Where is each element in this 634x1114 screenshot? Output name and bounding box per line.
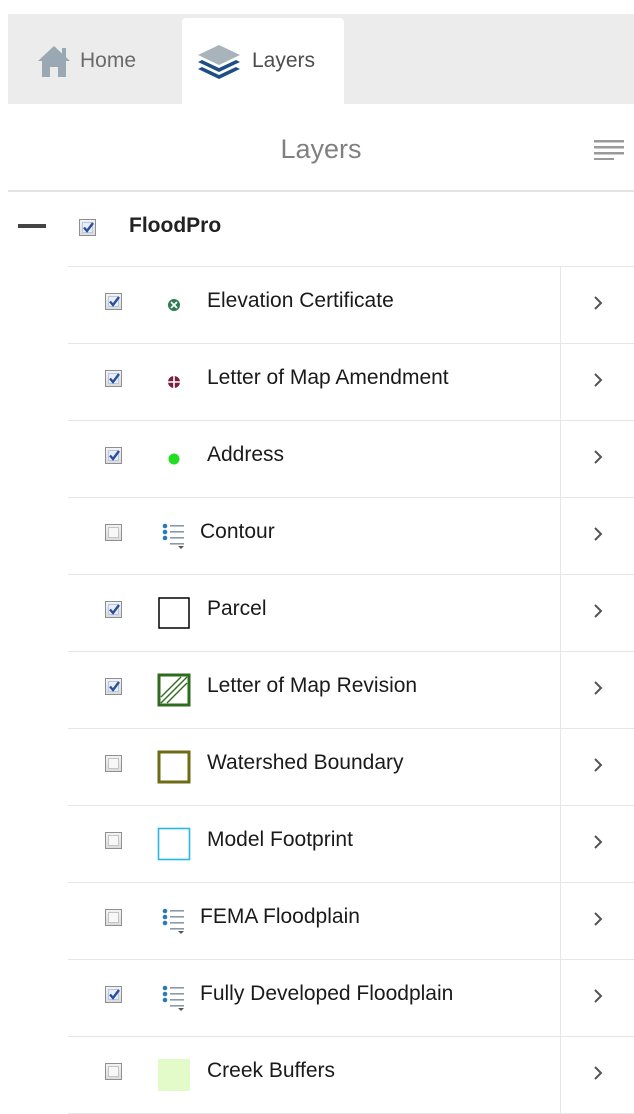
layer-expand-button[interactable] — [560, 421, 634, 497]
outline-square-icon — [154, 826, 194, 862]
layer-label: Model Footprint — [207, 828, 353, 851]
layer-expand-button[interactable] — [560, 960, 634, 1036]
layer-label: FEMA Floodplain — [200, 905, 360, 928]
chevron-right-icon — [593, 834, 603, 855]
tab-home-label: Home — [80, 49, 137, 72]
layer-checkbox[interactable] — [105, 986, 122, 1003]
layer-checkbox[interactable] — [105, 293, 122, 310]
x-circle-icon — [154, 287, 194, 323]
layer-row-fema-floodplain: FEMA Floodplain — [68, 883, 634, 960]
layer-checkbox[interactable] — [105, 832, 122, 849]
layer-row-creek-buffers: Creek Buffers — [68, 1037, 634, 1114]
hatched-square-icon — [154, 672, 194, 708]
tab-layers[interactable]: Layers — [182, 18, 344, 104]
layer-row-address: Address — [68, 421, 634, 498]
layer-label: Address — [207, 443, 285, 466]
home-icon — [36, 44, 72, 78]
layer-row-contour: Contour — [68, 498, 634, 575]
layer-expand-button[interactable] — [560, 267, 634, 343]
layer-row-model-footprint: Model Footprint — [68, 806, 634, 883]
layer-expand-button[interactable] — [560, 575, 634, 651]
layer-label: Contour — [200, 520, 275, 543]
group-label: FloodPro — [129, 214, 222, 237]
legend-list-icon — [154, 903, 194, 939]
layer-expand-button[interactable] — [560, 498, 634, 574]
chevron-right-icon — [593, 449, 603, 470]
layer-group-floodpro: FloodPro — [0, 192, 634, 264]
layer-expand-button[interactable] — [560, 344, 634, 420]
layer-row-fully-developed-floodplain: Fully Developed Floodplain — [68, 960, 634, 1037]
layers-icon — [194, 41, 244, 81]
layer-row-parcel: Parcel — [68, 575, 634, 652]
layer-checkbox[interactable] — [105, 909, 122, 926]
layer-label: Elevation Certificate — [207, 289, 394, 312]
layer-label: Watershed Boundary — [207, 751, 404, 774]
layer-checkbox[interactable] — [105, 755, 122, 772]
chevron-right-icon — [593, 757, 603, 778]
layer-row-letter-of-map-amendment: Letter of Map Amendment — [68, 344, 634, 421]
panel-header: Layers — [8, 110, 634, 192]
tab-layers-label: Layers — [252, 49, 316, 72]
chevron-right-icon — [593, 603, 603, 624]
layer-checkbox[interactable] — [105, 447, 122, 464]
layer-label: Creek Buffers — [207, 1059, 335, 1082]
layer-expand-button[interactable] — [560, 652, 634, 728]
legend-list-icon — [154, 980, 194, 1016]
layer-label: Fully Developed Floodplain — [200, 982, 454, 1005]
outline-square-icon — [154, 749, 194, 785]
layer-label: Parcel — [207, 597, 267, 620]
chevron-right-icon — [593, 526, 603, 547]
panel-title: Layers — [280, 134, 362, 164]
layer-list: Elevation Certificate Letter of Map Amen… — [68, 266, 634, 1114]
layer-label: Letter of Map Amendment — [207, 366, 449, 389]
layer-expand-button[interactable] — [560, 729, 634, 805]
chevron-right-icon — [593, 372, 603, 393]
chevron-right-icon — [593, 911, 603, 932]
outline-square-icon — [154, 595, 194, 631]
group-checkbox[interactable] — [79, 219, 96, 236]
filled-square-icon — [154, 1057, 194, 1093]
layer-expand-button[interactable] — [560, 806, 634, 882]
layer-row-elevation-certificate: Elevation Certificate — [68, 267, 634, 344]
crosshair-circle-icon — [154, 364, 194, 400]
tab-bar: Home Layers — [8, 14, 634, 104]
layer-checkbox[interactable] — [105, 1063, 122, 1080]
chevron-right-icon — [593, 680, 603, 701]
chevron-right-icon — [593, 1065, 603, 1086]
chevron-right-icon — [593, 295, 603, 316]
layer-checkbox[interactable] — [105, 678, 122, 695]
collapse-icon[interactable] — [18, 224, 46, 228]
layer-label: Letter of Map Revision — [207, 674, 418, 697]
layer-row-letter-of-map-revision: Letter of Map Revision — [68, 652, 634, 729]
layer-expand-button[interactable] — [560, 1037, 634, 1113]
chevron-right-icon — [593, 988, 603, 1009]
layer-checkbox[interactable] — [105, 524, 122, 541]
layer-row-watershed-boundary: Watershed Boundary — [68, 729, 634, 806]
green-dot-icon — [154, 441, 194, 477]
tab-home[interactable]: Home — [8, 18, 180, 104]
legend-list-icon — [154, 518, 194, 554]
layer-checkbox[interactable] — [105, 370, 122, 387]
layer-expand-button[interactable] — [560, 883, 634, 959]
menu-icon[interactable] — [594, 140, 624, 165]
layer-checkbox[interactable] — [105, 601, 122, 618]
